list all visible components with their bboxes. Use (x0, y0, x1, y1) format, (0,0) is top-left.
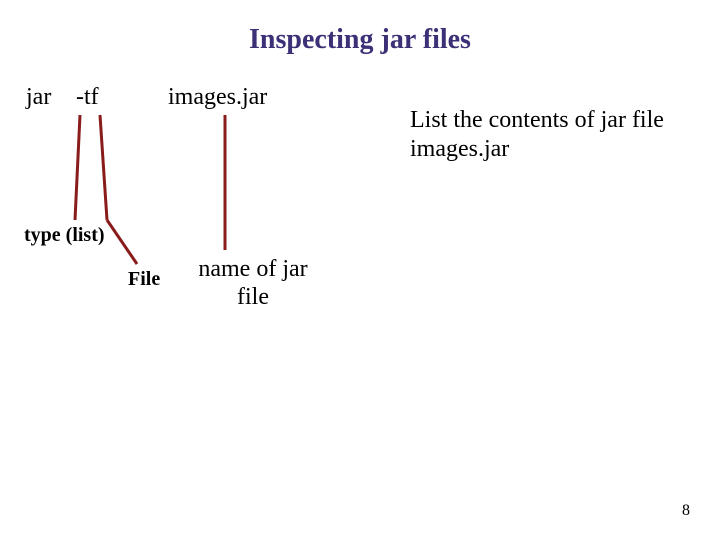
command-jar: jar (26, 84, 51, 111)
line-to-file-a (100, 115, 107, 220)
connector-lines (0, 0, 720, 540)
line-to-file-b (107, 220, 137, 264)
slide: Inspecting jar files jar -tf images.jar … (0, 0, 720, 540)
label-file: File (128, 268, 160, 291)
command-filename: images.jar (168, 84, 267, 111)
command-flags: -tf (76, 84, 99, 111)
label-type: type (list) (24, 224, 105, 247)
line-to-type (75, 115, 80, 220)
slide-title: Inspecting jar files (0, 24, 720, 56)
description-text: List the contents of jar file images.jar (410, 106, 680, 164)
label-name: name of jar file (198, 256, 308, 311)
page-number: 8 (682, 502, 690, 520)
